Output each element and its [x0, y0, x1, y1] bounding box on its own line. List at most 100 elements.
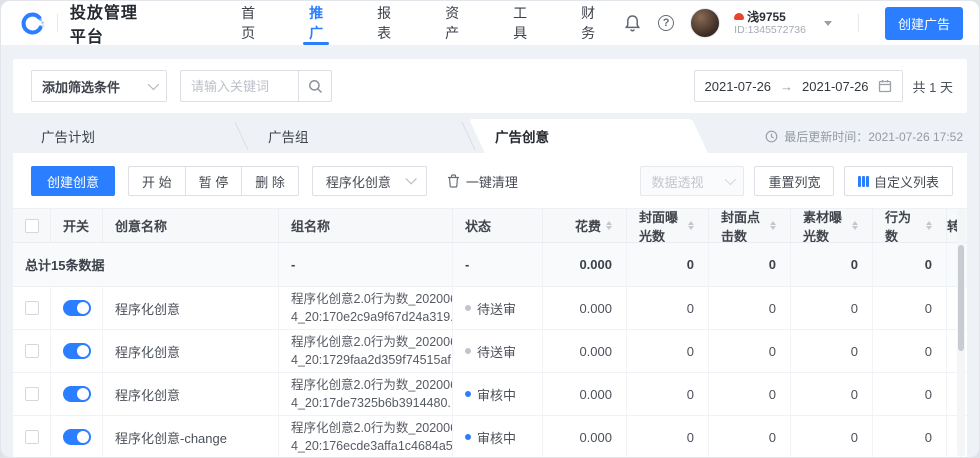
creative-name[interactable]: 程序化创意-change: [115, 428, 227, 447]
status-cell: 审核中: [453, 416, 543, 457]
creative-name[interactable]: 程序化创意: [115, 342, 180, 361]
status-dot-icon: [465, 305, 471, 311]
top-navbar: 投放管理平台 首页 推广 报表 资产 工具 财务 浅9755 ID:1345572736 …: [1, 1, 979, 46]
creative-toolbar: 创建创意 开 始 暂 停 删 除 程序化创意 一键清理 数据透视 重置列宽 自定…: [13, 153, 967, 208]
sort-icon[interactable]: [852, 220, 858, 231]
reset-column-width-button[interactable]: 重置列宽: [754, 166, 835, 196]
calendar-icon: [878, 80, 891, 93]
creative-switch-toggle[interactable]: [62, 300, 91, 316]
nav-item-1[interactable]: 推广: [305, 1, 327, 45]
creative-switch-toggle[interactable]: [62, 386, 91, 402]
nav-item-3[interactable]: 资产: [441, 1, 463, 45]
summary-group-cell: -: [279, 243, 453, 286]
tab-0[interactable]: 广告计划: [21, 119, 248, 153]
status-cell: 审核中: [453, 373, 543, 415]
column-label: 创意名称: [115, 219, 168, 234]
ad-platform-window: 投放管理平台 首页 推广 报表 资产 工具 财务 浅9755 ID:1345572736 …: [0, 0, 980, 458]
sort-icon[interactable]: [926, 220, 932, 231]
user-avatar[interactable]: [690, 8, 721, 38]
user-info[interactable]: 浅9755 ID:1345572736: [734, 10, 806, 37]
create-ad-button[interactable]: 创建广告: [884, 6, 963, 40]
column-header-cost[interactable]: 花费: [543, 209, 627, 242]
column-header-actions[interactable]: 行为数: [873, 209, 947, 242]
date-range-area: 2021-07-26 → 2021-07-26 共 1 天: [693, 70, 953, 102]
delete-button[interactable]: 删 除: [241, 166, 299, 196]
column-label: 封面点击数: [721, 209, 761, 243]
row-checkbox-cell: [13, 330, 51, 372]
programmatic-dropdown[interactable]: 程序化创意: [311, 166, 427, 196]
entity-tabs: 广告计划 广告组 广告创意 最后更新时间：2021-07-26 17:52: [13, 119, 967, 153]
nav-item-5[interactable]: 财务: [577, 1, 599, 45]
table-header-row: 开关 创意名称 组名称 状态 花费 封面曝光数 封面点击数 素材曝光数 行为数转: [13, 208, 967, 243]
column-label: 封面曝光数: [639, 209, 679, 243]
sort-icon[interactable]: [688, 220, 694, 231]
column-label: 行为数: [885, 209, 912, 243]
creative-name-cell: 程序化创意-change: [103, 416, 279, 457]
column-header-status: 状态: [453, 209, 543, 242]
pivot-label: 数据透视: [651, 174, 704, 190]
vertical-scrollbar[interactable]: [957, 209, 965, 457]
status-badge: 待送审: [477, 301, 517, 317]
date-end: 2021-07-26: [802, 78, 869, 94]
status-badge: 审核中: [477, 387, 517, 403]
sort-icon[interactable]: [770, 220, 776, 231]
row-checkbox[interactable]: [24, 344, 39, 358]
column-header-cover_impressions[interactable]: 封面曝光数: [627, 209, 709, 242]
row-checkbox[interactable]: [24, 387, 39, 401]
trash-icon: [447, 174, 459, 188]
creative-switch-toggle[interactable]: [62, 343, 91, 359]
header-checkbox-cell: [13, 209, 51, 242]
group-name-line2: 4_20:17de7325b6b3914480...: [291, 395, 453, 410]
nav-item-4[interactable]: 工具: [509, 1, 531, 45]
main-nav: 首页 推广 报表 资产 工具 财务: [214, 1, 622, 45]
columns-icon: [858, 175, 869, 187]
column-header-name: 创意名称: [103, 209, 279, 242]
metric-cost-cell: 0.000: [543, 330, 627, 372]
status-dot-icon: [465, 391, 471, 397]
tab-label: 广告组: [268, 130, 309, 145]
pivot-dropdown: 数据透视: [640, 166, 745, 196]
tab-label: 广告计划: [41, 130, 95, 145]
column-header-material_impressions[interactable]: 素材曝光数: [791, 209, 873, 242]
group-name-line2: 4_20:170e2c9a9f67d24a319...: [291, 309, 453, 324]
keyword-input[interactable]: [180, 70, 298, 102]
metric-material_impressions-cell: 0: [791, 330, 873, 372]
group-name-line1: 程序化创意2.0行为数_2020060: [291, 377, 453, 392]
custom-columns-button[interactable]: 自定义列表: [844, 166, 953, 196]
date-range-arrow: →: [780, 78, 794, 94]
metric-actions-cell: 0: [873, 287, 947, 329]
row-checkbox[interactable]: [24, 430, 39, 444]
chevron-down-icon: [147, 78, 160, 91]
table-row: 程序化创意 程序化创意2.0行为数_2020060 4_20:1729faa2d35…: [13, 330, 967, 373]
nav-item-0[interactable]: 首页: [237, 1, 259, 45]
summary-label-cell: 总计15条数据: [13, 243, 279, 286]
create-creative-button[interactable]: 创建创意: [31, 166, 116, 196]
notification-bell-icon[interactable]: [622, 13, 642, 33]
filter-condition-select[interactable]: 添加筛选条件: [31, 70, 167, 102]
tab-1[interactable]: 广告组: [248, 119, 475, 153]
pause-button[interactable]: 暂 停: [184, 166, 243, 196]
start-button[interactable]: 开 始: [128, 166, 186, 196]
summary-material_impressions-cell: 0: [791, 243, 873, 286]
creative-switch-toggle[interactable]: [62, 429, 91, 445]
search-button[interactable]: [298, 70, 332, 102]
row-checkbox[interactable]: [24, 301, 39, 315]
group-name-cell: 程序化创意2.0行为数_2020060 4_20:170e2c9a9f67d24a…: [279, 287, 453, 329]
scrollbar-thumb[interactable]: [958, 245, 964, 351]
user-menu-caret-icon[interactable]: [823, 20, 832, 26]
summary-cost-cell: 0.000: [543, 243, 627, 286]
status-dot-icon: [465, 348, 471, 354]
sort-icon[interactable]: [606, 220, 612, 231]
metric-cover_clicks-cell: 0: [709, 330, 791, 372]
tab-2[interactable]: 广告创意: [475, 119, 702, 153]
help-icon[interactable]: [656, 13, 676, 33]
one-click-clean-button[interactable]: 一键清理: [447, 172, 518, 191]
column-header-cover_clicks[interactable]: 封面点击数: [709, 209, 791, 242]
select-all-checkbox[interactable]: [24, 218, 39, 233]
group-name-cell: 程序化创意2.0行为数_2020060 4_20:17de7325b6b39144…: [279, 373, 453, 415]
nav-item-2[interactable]: 报表: [373, 1, 395, 45]
creative-name[interactable]: 程序化创意: [115, 299, 180, 318]
date-range-picker[interactable]: 2021-07-26 → 2021-07-26: [693, 70, 903, 102]
table-row: 程序化创意 程序化创意2.0行为数_2020060 4_20:170e2c9a9f6…: [13, 287, 967, 330]
creative-name[interactable]: 程序化创意: [115, 385, 180, 404]
